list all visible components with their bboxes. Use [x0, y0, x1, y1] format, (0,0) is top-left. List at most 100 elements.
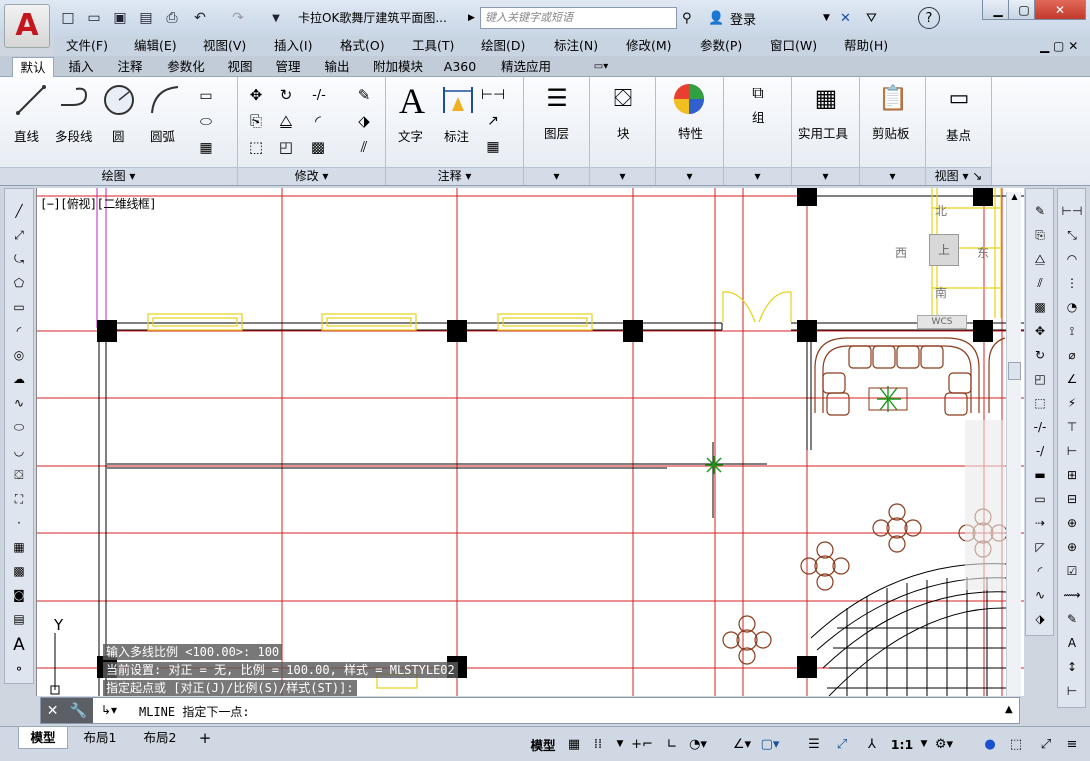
offset-icon[interactable]: ⫽ — [354, 137, 374, 157]
menu-modify[interactable]: 修改(M) — [626, 36, 672, 56]
doc-window-controls-icon[interactable]: ▁ ▢ ✕ — [1040, 36, 1078, 56]
trim-icon[interactable]: -/- — [306, 85, 332, 105]
save-icon[interactable]: ▣ — [110, 8, 130, 28]
aligned-dimension-icon[interactable]: ⤡ — [1061, 225, 1083, 245]
angular-icon[interactable]: ∠ — [1061, 369, 1083, 389]
tab-insert[interactable]: 插入 — [60, 57, 102, 77]
ellipse-icon[interactable]: ⬭ — [196, 113, 216, 131]
dim-edit-icon[interactable]: ✎ — [1061, 609, 1083, 629]
linear-dimension-icon[interactable]: ⊢⊣ — [1061, 201, 1083, 221]
command-history-toggle-icon[interactable]: ▲ — [1005, 704, 1013, 715]
baseline-icon[interactable]: ⊤ — [1061, 417, 1083, 437]
erase-tool-icon[interactable]: ✎ — [1029, 201, 1051, 221]
layers-panel-expand[interactable]: ▾ — [524, 167, 589, 185]
jogged-icon[interactable]: ⟟ — [1061, 321, 1083, 341]
mtext-icon[interactable]: A — [8, 635, 30, 655]
explode-icon[interactable]: ⬗ — [354, 111, 374, 131]
isolate-objects-icon[interactable]: ● — [980, 734, 1000, 754]
quick-dimension-icon[interactable]: ⚡ — [1061, 393, 1083, 413]
tab-annotate[interactable]: 注释 — [108, 57, 152, 77]
table-icon[interactable]: ▦ — [482, 137, 504, 157]
break-point-icon[interactable]: ▬ — [1029, 465, 1051, 485]
clean-screen-icon[interactable]: ⤢ — [1036, 734, 1056, 754]
group-label[interactable]: 组 — [752, 107, 765, 126]
modify-panel-title[interactable]: 修改 ▾ — [238, 167, 385, 185]
construction-line-icon[interactable]: ⤢ — [8, 225, 30, 245]
ribbon-options-icon[interactable]: ▭▾ — [584, 57, 618, 77]
user-icon[interactable]: 👤 — [708, 7, 724, 29]
break-icon[interactable]: ▭ — [1029, 489, 1051, 509]
move-icon[interactable]: ✥ — [246, 85, 266, 105]
stretch-tool-icon[interactable]: ⬚ — [1029, 393, 1051, 413]
drawing-canvas[interactable]: 北 西 东 南 上 WCS Y — [36, 188, 1024, 696]
jogged-linear-icon[interactable]: ⟿ — [1061, 585, 1083, 605]
dim-update-icon[interactable]: ↕ — [1061, 657, 1083, 677]
blend-curves-icon[interactable]: ∿ — [1029, 585, 1051, 605]
tolerance-icon[interactable]: ⊕ — [1061, 513, 1083, 533]
group-icon[interactable]: ⧉ — [746, 81, 770, 105]
mirror-tool-icon[interactable]: ⧋ — [1029, 249, 1051, 269]
redo-icon[interactable]: ↷ — [228, 8, 248, 28]
login-dropdown-icon[interactable]: ▼ — [823, 7, 830, 29]
dynamic-ucs-icon[interactable]: ⤢ — [832, 734, 852, 754]
layers-icon[interactable]: ☰ — [540, 81, 574, 115]
tab-view[interactable]: 视图 — [220, 57, 260, 77]
view-panel-title[interactable]: 视图 ▾ ↘ — [926, 167, 991, 185]
help-button[interactable]: ? — [918, 7, 940, 29]
annotation-scale[interactable]: 1:1 — [888, 734, 916, 754]
command-line-handle[interactable]: ✕ 🔧 — [41, 698, 93, 723]
move-tool-icon[interactable]: ✥ — [1029, 321, 1051, 341]
command-settings-icon[interactable]: 🔧 — [70, 703, 87, 719]
menu-view[interactable]: 视图(V) — [203, 36, 246, 56]
hatch-tool-icon[interactable]: ▦ — [8, 537, 30, 557]
save-as-icon[interactable]: ▤ — [136, 8, 156, 28]
join-icon[interactable]: ⇢ — [1029, 513, 1051, 533]
login-link[interactable]: 登录 — [730, 7, 756, 29]
polyline-label[interactable]: 多段线 — [55, 126, 93, 145]
tab-manage[interactable]: 管理 — [266, 57, 310, 77]
tab-featured-apps[interactable]: 精选应用 — [488, 57, 564, 77]
clipboard-icon[interactable]: 📋 — [878, 81, 908, 115]
close-button[interactable]: ✕ — [1034, 0, 1086, 20]
menu-tools[interactable]: 工具(T) — [412, 36, 454, 56]
text-label[interactable]: 文字 — [398, 126, 423, 145]
dynamic-input-icon[interactable]: +⌐ — [631, 734, 653, 754]
properties-color-wheel-icon[interactable] — [672, 82, 706, 116]
diameter-icon[interactable]: ⌀ — [1061, 345, 1083, 365]
dimension-icon[interactable] — [440, 83, 476, 117]
tab-layout2[interactable]: 布局2 — [132, 727, 188, 749]
calculator-icon[interactable]: ▦ — [810, 81, 842, 115]
search-input[interactable]: 键入关键字或短语 — [480, 7, 677, 29]
spline-icon[interactable]: ∿ — [8, 393, 30, 413]
close-command-icon[interactable]: ✕ — [47, 703, 59, 719]
space-icon[interactable]: ⊞ — [1061, 465, 1083, 485]
hardware-accel-icon[interactable]: ⬚ — [1006, 734, 1026, 754]
menu-file[interactable]: 文件(F) — [66, 36, 108, 56]
make-block-icon[interactable]: ⛶ — [8, 489, 30, 509]
circle-tool-icon[interactable]: ◎ — [8, 345, 30, 365]
copy-tool-icon[interactable]: ⎘ — [1029, 225, 1051, 245]
print-icon[interactable]: ⎙ — [162, 8, 182, 28]
tab-model[interactable]: 模型 — [18, 727, 68, 749]
copy-icon[interactable]: ⎘ — [246, 111, 266, 131]
ellipse-tool-icon[interactable]: ⬭ — [8, 417, 30, 437]
extend-tool-icon[interactable]: -/ — [1029, 441, 1051, 461]
lineweight-icon[interactable]: ☰ — [804, 734, 824, 754]
base-view-icon[interactable]: ▭ — [944, 83, 974, 113]
text-icon[interactable]: A — [394, 81, 430, 121]
offset-tool-icon[interactable]: ⫽ — [1029, 273, 1051, 293]
add-selected-icon[interactable]: ⚬ — [8, 659, 30, 679]
viewcube-top-face[interactable]: 上 — [929, 234, 959, 266]
tab-a360[interactable]: A360 — [438, 57, 482, 77]
array-tool-icon[interactable]: ▩ — [1029, 297, 1051, 317]
leader-icon[interactable]: ↗ — [482, 111, 504, 131]
break-dim-icon[interactable]: ⊟ — [1061, 489, 1083, 509]
expand-arrow-icon[interactable]: ▶ — [468, 13, 475, 23]
ordinate-icon[interactable]: ⋮ — [1061, 273, 1083, 293]
group-panel-expand[interactable]: ▾ — [724, 167, 791, 185]
undo-icon[interactable]: ↶ — [190, 8, 210, 28]
utilities-panel-expand[interactable]: ▾ — [792, 167, 859, 185]
radius-icon[interactable]: ◔ — [1061, 297, 1083, 317]
region-icon[interactable]: ◙ — [8, 585, 30, 605]
point-icon[interactable]: · — [8, 513, 30, 533]
